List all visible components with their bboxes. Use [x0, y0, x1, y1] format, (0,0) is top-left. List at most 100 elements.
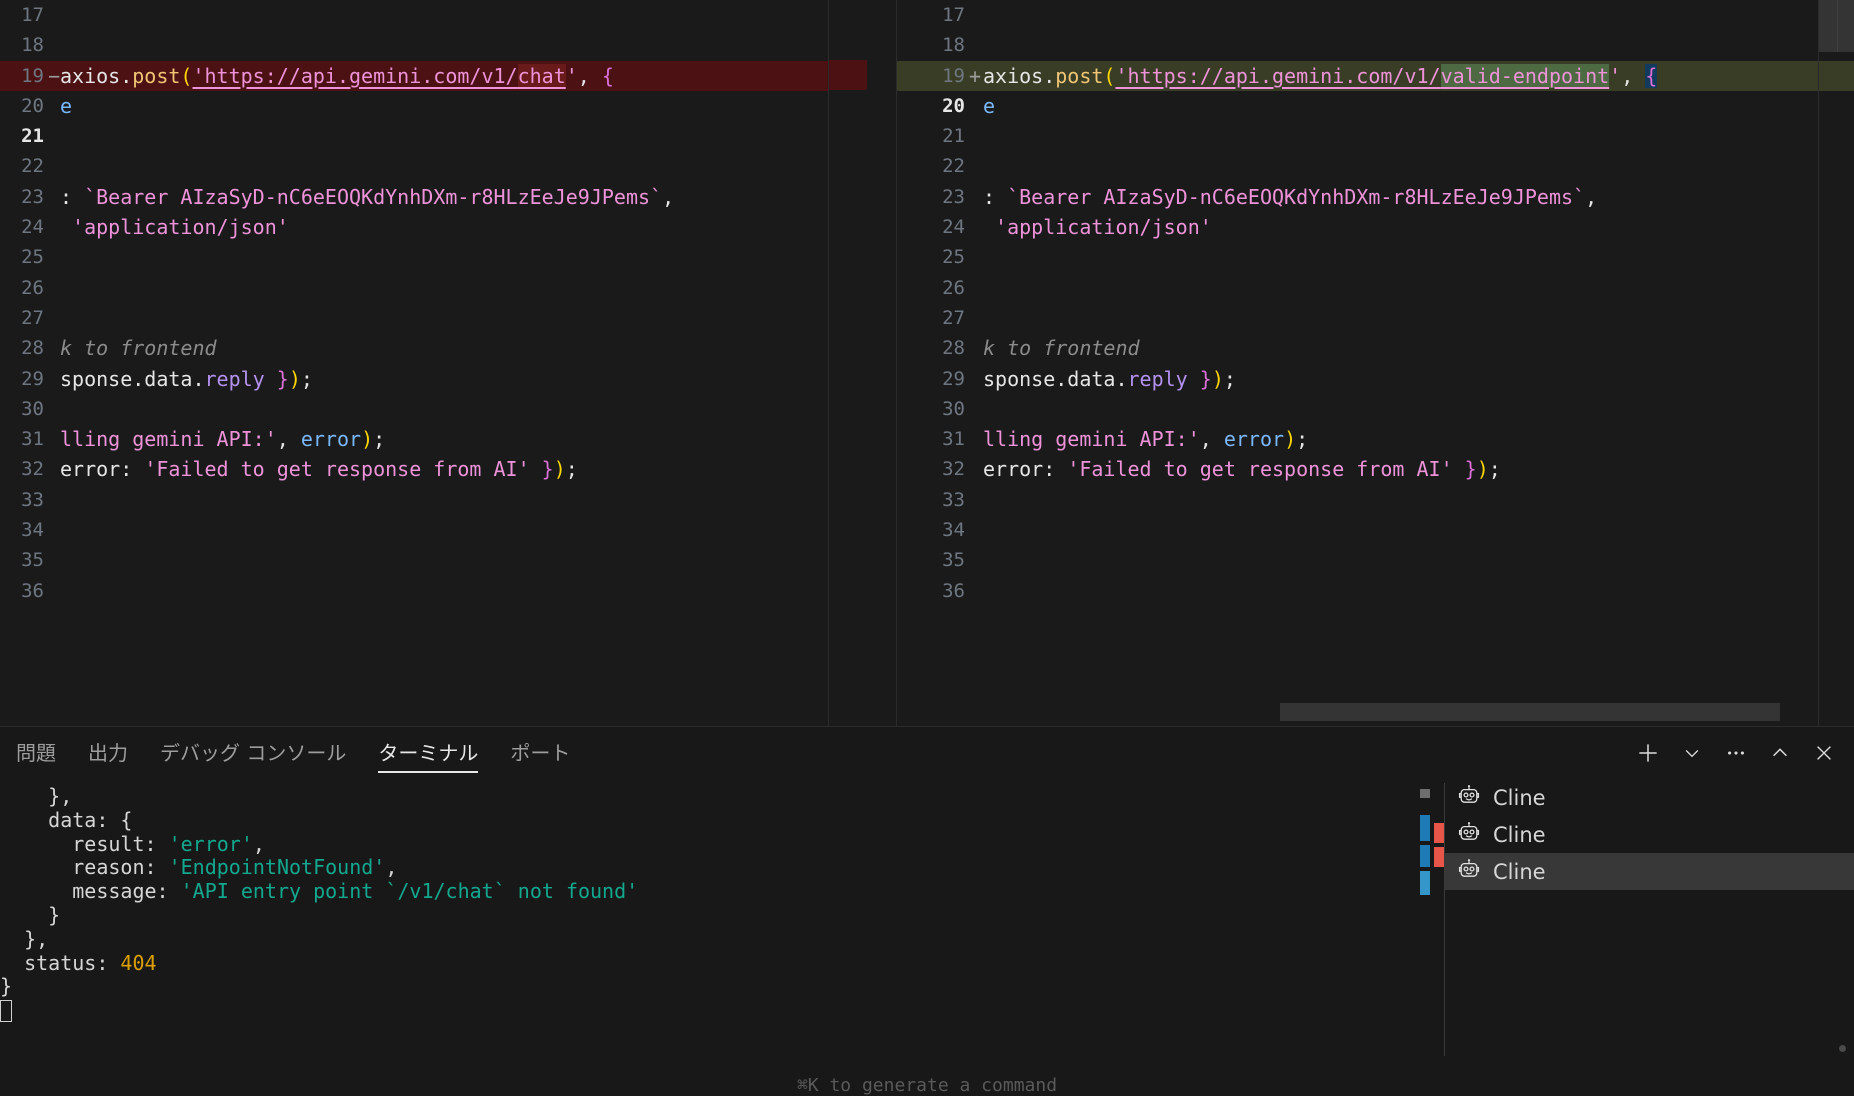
code-line[interactable]: 30 [897, 394, 1854, 424]
line-number: 25 [21, 246, 44, 269]
code-text: error: 'Failed to get response from AI' … [60, 454, 828, 484]
code-line[interactable]: 20 e [897, 91, 1854, 121]
terminal-decoration-minimap [1420, 787, 1446, 1096]
horizontal-scrollbar[interactable] [897, 703, 1818, 725]
code-token: 'Failed to get response from AI' [1067, 457, 1453, 482]
code-line[interactable]: 23: `Bearer AIzaSyD-nC6eEOQKdYnhDXm-r8HL… [897, 182, 1854, 212]
code-text: lling gemini API:', error); [983, 424, 1854, 454]
code-line[interactable]: 34 [0, 515, 828, 545]
code-text: k to frontend [983, 333, 1854, 363]
terminal-output[interactable]: }, data: { result: 'error', reason: 'End… [0, 779, 1380, 1096]
code-line[interactable]: 33 [897, 485, 1854, 515]
line-number: 35 [21, 549, 44, 572]
code-token: , [276, 427, 301, 452]
line-number: 24 [21, 216, 44, 239]
chevron-down-icon[interactable] [1670, 731, 1714, 775]
close-panel-icon[interactable] [1802, 731, 1846, 775]
line-number: 23 [942, 185, 965, 208]
line-number: 17 [942, 4, 965, 26]
code-line[interactable]: 29 sponse.data.reply }); [0, 364, 828, 394]
line-number: 21 [942, 125, 965, 148]
line-number: 20 [942, 94, 965, 117]
code-line[interactable]: 32 error: 'Failed to get response from AI… [0, 454, 828, 484]
code-line[interactable]: 21 [0, 121, 828, 151]
code-line[interactable]: 18 [0, 30, 828, 60]
code-token: sponse.data. [983, 366, 1128, 391]
code-text: e [60, 91, 828, 121]
vscode-window: 17 18 19− axios.post('https://api.gemini.co… [0, 0, 1854, 1096]
horizontal-scrollbar-thumb[interactable] [1280, 703, 1780, 721]
code-token: 'https://api.gemini.com/v1/ [1115, 63, 1441, 88]
terminal-decoration-mark [1420, 815, 1430, 841]
code-line[interactable]: 32 error: 'Failed to get response from AI… [897, 454, 1854, 484]
line-number: 17 [21, 4, 44, 26]
terminal-tab-label: Cline [1493, 822, 1546, 847]
code-line[interactable]: 28 k to frontend [0, 333, 828, 363]
code-line[interactable]: 31 lling gemini API:', error); [897, 424, 1854, 454]
code-line[interactable]: 28 k to frontend [897, 333, 1854, 363]
terminal-decoration-mark [1420, 845, 1430, 867]
diff-pane-original[interactable]: 17 18 19− axios.post('https://api.gemini.co… [0, 0, 828, 726]
terminal-line: } [0, 903, 1380, 928]
code-token: k to frontend [60, 336, 217, 361]
code-token: valid-endpoint [1440, 63, 1610, 88]
terminal-token: , [385, 855, 398, 880]
code-line[interactable]: 17 [897, 0, 1854, 30]
code-line[interactable]: 35 [0, 545, 828, 575]
line-number: 26 [942, 276, 965, 299]
code-line[interactable]: 34 [897, 515, 1854, 545]
panel-tab-1[interactable]: 出力 [72, 727, 144, 779]
code-line[interactable]: 30 [0, 394, 828, 424]
code-line[interactable]: 26 [0, 273, 828, 303]
code-line[interactable]: 33 [0, 485, 828, 515]
code-line[interactable]: 35 [897, 545, 1854, 575]
code-line[interactable]: 22 [897, 151, 1854, 181]
terminal-token: 'error' [168, 831, 253, 856]
code-line[interactable]: 27 [897, 303, 1854, 333]
terminal-token: 404 [120, 950, 157, 975]
diff-pane-modified[interactable]: 17 18 19 + axios.post('https://api.gemini.co… [897, 0, 1854, 726]
terminal-prompt-line[interactable] [0, 999, 1380, 1023]
code-token: } [276, 366, 289, 391]
new-terminal-icon[interactable] [1626, 731, 1670, 775]
code-line[interactable]: 18 [897, 30, 1854, 60]
panel-action-bar [1626, 727, 1854, 779]
terminal-tab-1[interactable]: Cline [1445, 816, 1854, 853]
more-actions-icon[interactable] [1714, 731, 1758, 775]
code-line[interactable]: 20 e [0, 91, 828, 121]
terminal-tab-2[interactable]: Cline [1445, 853, 1854, 890]
terminal-cursor [0, 1000, 12, 1023]
code-line[interactable]: 36 [897, 576, 1854, 606]
panel-tab-3[interactable]: ターミナル [362, 727, 494, 779]
code-line[interactable]: 27 [0, 303, 828, 333]
code-line[interactable]: 29 sponse.data.reply }); [897, 364, 1854, 394]
terminal-token: , [252, 831, 265, 856]
code-line[interactable]: 36 [0, 576, 828, 606]
code-line[interactable]: 26 [897, 273, 1854, 303]
terminal-tab-0[interactable]: Cline [1445, 779, 1854, 816]
code-token: : [60, 184, 85, 209]
panel-tab-2[interactable]: デバッグ コンソール [144, 727, 362, 779]
maximize-panel-icon[interactable] [1758, 731, 1802, 775]
panel-tab-0[interactable]: 問題 [0, 727, 72, 779]
code-line[interactable]: 31 lling gemini API:', error); [0, 424, 828, 454]
line-number: 30 [21, 397, 44, 420]
line-number: 19 [942, 64, 965, 87]
code-token: ( [1103, 63, 1116, 88]
code-line[interactable]: 25 [897, 242, 1854, 272]
code-line[interactable]: 23: `Bearer AIzaSyD-nC6eEOQKdYnhDXm-r8HL… [0, 182, 828, 212]
code-line[interactable]: 25 [0, 242, 828, 272]
code-line[interactable]: 19− axios.post('https://api.gemini.com/v1… [0, 60, 828, 91]
code-line[interactable]: 24 'application/json' [897, 212, 1854, 242]
code-line[interactable]: 24 'application/json' [0, 212, 828, 242]
code-line[interactable]: 19 + axios.post('https://api.gemini.com/v1… [897, 60, 1854, 91]
code-line[interactable]: 21 [897, 121, 1854, 151]
diff-added-marker: + [968, 63, 982, 88]
code-line[interactable]: 17 [0, 0, 828, 30]
robot-icon [1457, 820, 1481, 849]
code-token: ) [288, 366, 301, 391]
terminal-token: 'EndpointNotFound' [168, 855, 386, 880]
panel-tab-4[interactable]: ポート [494, 727, 586, 779]
terminal-line: }, [0, 784, 1380, 809]
code-line[interactable]: 22 [0, 151, 828, 181]
